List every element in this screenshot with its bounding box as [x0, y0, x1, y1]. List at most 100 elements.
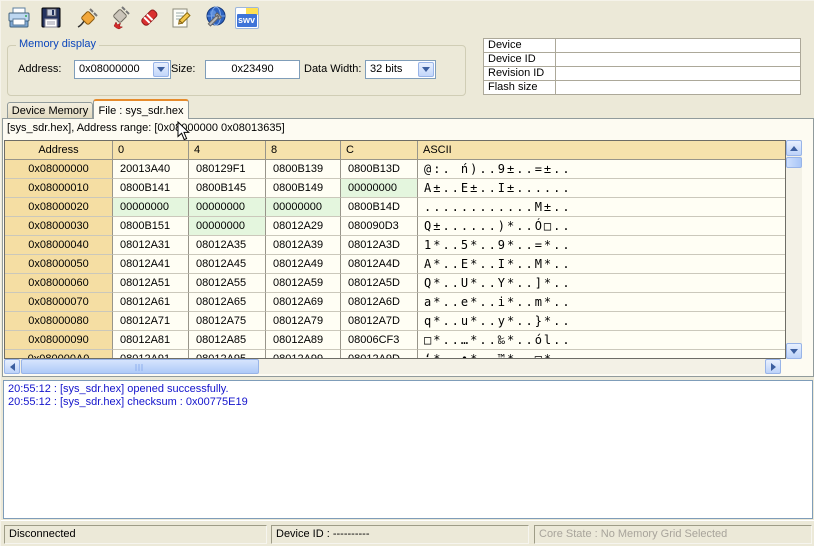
address-cell[interactable]: 0x08000050 [5, 255, 113, 274]
hex-value-cell[interactable]: 00000000 [266, 198, 341, 217]
vertical-scrollbar-thumb[interactable] [786, 157, 802, 168]
hex-value-cell[interactable]: 08012A7D [341, 312, 418, 331]
chevron-down-icon [157, 67, 165, 72]
address-cell[interactable]: 0x08000060 [5, 274, 113, 293]
vertical-scrollbar[interactable] [786, 140, 802, 359]
address-cell[interactable]: 0x08000080 [5, 312, 113, 331]
ascii-cell[interactable]: ‘*..•*..™*..□*.. [418, 350, 785, 359]
connect-button[interactable] [73, 4, 100, 31]
ascii-cell[interactable]: ............M±.. [418, 198, 785, 217]
hex-value-cell[interactable]: 00000000 [113, 198, 189, 217]
ascii-cell[interactable]: Q±......)*..Ó□.. [418, 217, 785, 236]
hex-value-cell[interactable]: 0800B141 [113, 179, 189, 198]
verify-button[interactable] [167, 4, 194, 31]
address-cell[interactable]: 0x08000020 [5, 198, 113, 217]
hex-value-cell[interactable]: 08012A6D [341, 293, 418, 312]
hex-value-cell[interactable]: 08012A81 [113, 331, 189, 350]
hex-value-cell[interactable]: 08012A31 [113, 236, 189, 255]
hex-value-cell[interactable]: 08012A61 [113, 293, 189, 312]
settings-icon [202, 5, 228, 31]
log-console[interactable]: 20:55:12 : [sys_sdr.hex] opened successf… [3, 380, 813, 519]
save-button[interactable] [37, 4, 64, 31]
address-cell[interactable]: 0x08000040 [5, 236, 113, 255]
ascii-cell[interactable]: □*..…*..‰*..ól.. [418, 331, 785, 350]
hex-value-cell[interactable]: 080129F1 [189, 160, 266, 179]
erase-button[interactable] [135, 4, 162, 31]
arrow-down-icon [790, 349, 798, 354]
address-cell[interactable]: 0x08000090 [5, 331, 113, 350]
ascii-cell[interactable]: @:. ń)..9±..=±.. [418, 160, 785, 179]
tab-device-memory[interactable]: Device Memory [7, 102, 93, 119]
hex-value-cell[interactable]: 08012A99 [266, 350, 341, 359]
status-bar: Disconnected Device ID : ---------- Core… [1, 520, 814, 546]
hex-value-cell[interactable]: 20013A40 [113, 160, 189, 179]
memory-grid[interactable]: Address048CASCII 0x0800000020013A4008012… [4, 140, 786, 359]
ascii-cell[interactable]: a*..e*..i*..m*.. [418, 293, 785, 312]
hex-value-cell[interactable]: 08012A39 [266, 236, 341, 255]
scroll-left-button[interactable] [4, 359, 20, 374]
ascii-cell[interactable]: q*..u*..y*..}*.. [418, 312, 785, 331]
data-width-combobox[interactable]: 32 bits [365, 60, 436, 79]
hex-value-cell[interactable]: 08012A49 [266, 255, 341, 274]
hex-value-cell[interactable]: 08012A35 [189, 236, 266, 255]
print-button[interactable] [5, 4, 32, 31]
hex-value-cell[interactable]: 08012A45 [189, 255, 266, 274]
hex-value-cell[interactable]: 08012A51 [113, 274, 189, 293]
hex-value-cell[interactable]: 080090D3 [341, 217, 418, 236]
hex-value-cell[interactable]: 08012A71 [113, 312, 189, 331]
swv-button[interactable]: swv [233, 4, 260, 31]
hex-value-cell[interactable]: 0800B13D [341, 160, 418, 179]
log-line: 20:55:12 : [sys_sdr.hex] checksum : 0x00… [8, 396, 808, 409]
address-combo-arrow[interactable] [153, 62, 169, 77]
app-window: swv Memory display Address: 0x08000000 S… [0, 0, 814, 546]
data-width-combo-arrow[interactable] [418, 62, 434, 77]
hex-value-cell[interactable]: 08012A9D [341, 350, 418, 359]
hex-value-cell[interactable]: 0800B14D [341, 198, 418, 217]
tab-file-sys-sdr-hex[interactable]: File : sys_sdr.hex [93, 99, 189, 119]
settings-button[interactable] [201, 4, 228, 31]
hex-value-cell[interactable]: 00000000 [189, 198, 266, 217]
hex-value-cell[interactable]: 08012A59 [266, 274, 341, 293]
horizontal-scrollbar-thumb[interactable] [21, 359, 259, 374]
hex-value-cell[interactable]: 08012A89 [266, 331, 341, 350]
horizontal-scrollbar[interactable] [4, 359, 781, 374]
ascii-cell[interactable]: Q*..U*..Y*..]*.. [418, 274, 785, 293]
hex-value-cell[interactable]: 0800B145 [189, 179, 266, 198]
hex-value-cell[interactable]: 08012A69 [266, 293, 341, 312]
hex-value-cell[interactable]: 08012A95 [189, 350, 266, 359]
scroll-down-button[interactable] [786, 343, 802, 359]
hex-value-cell[interactable]: 08012A91 [113, 350, 189, 359]
hex-value-cell[interactable]: 08012A3D [341, 236, 418, 255]
ascii-cell[interactable]: A*..E*..I*..M*.. [418, 255, 785, 274]
hex-value-cell[interactable]: 08012A41 [113, 255, 189, 274]
hex-value-cell[interactable]: 0800B151 [113, 217, 189, 236]
address-cell[interactable]: 0x08000030 [5, 217, 113, 236]
ascii-cell[interactable]: 1*..5*..9*..=*.. [418, 236, 785, 255]
hex-value-cell[interactable]: 08012A55 [189, 274, 266, 293]
hex-value-cell[interactable]: 00000000 [189, 217, 266, 236]
disconnect-button[interactable] [105, 4, 132, 31]
size-input[interactable]: 0x23490 [205, 60, 300, 79]
address-cell[interactable]: 0x08000010 [5, 179, 113, 198]
hex-value-cell[interactable]: 08012A75 [189, 312, 266, 331]
arrow-up-icon [790, 146, 798, 151]
scroll-right-button[interactable] [765, 359, 781, 374]
address-cell[interactable]: 0x08000000 [5, 160, 113, 179]
ascii-cell[interactable]: A±..E±..I±...... [418, 179, 785, 198]
hex-value-cell[interactable]: 08012A4D [341, 255, 418, 274]
hex-value-cell[interactable]: 0800B149 [266, 179, 341, 198]
scroll-up-button[interactable] [786, 140, 802, 156]
address-cell[interactable]: 0x08000070 [5, 293, 113, 312]
hex-value-cell[interactable]: 08012A65 [189, 293, 266, 312]
size-label: Size: [171, 63, 195, 75]
hex-value-cell[interactable]: 00000000 [341, 179, 418, 198]
hex-value-cell[interactable]: 08012A5D [341, 274, 418, 293]
address-combobox[interactable]: 0x08000000 [74, 60, 171, 79]
hex-value-cell[interactable]: 08012A79 [266, 312, 341, 331]
hex-value-cell[interactable]: 0800B139 [266, 160, 341, 179]
hex-value-cell[interactable]: 08012A29 [266, 217, 341, 236]
address-cell[interactable]: 0x080000A0 [5, 350, 113, 359]
hex-value-cell[interactable]: 08012A85 [189, 331, 266, 350]
table-row: 0x080000200000000000000000000000000800B1… [5, 198, 785, 217]
hex-value-cell[interactable]: 08006CF3 [341, 331, 418, 350]
